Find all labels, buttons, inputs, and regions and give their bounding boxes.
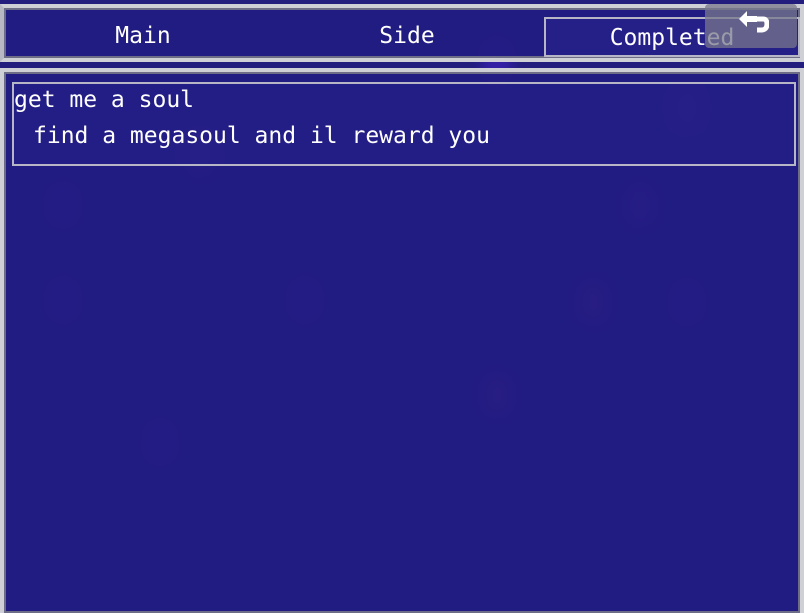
quest-category-window: Main Side Completed xyxy=(0,4,804,62)
quest-description: find a megasoul and il reward you xyxy=(33,123,490,149)
game-screen: Main Side Completed get me a soul find a… xyxy=(0,0,804,613)
tab-main[interactable]: Main xyxy=(12,17,274,57)
quest-title: get me a soul xyxy=(14,87,195,113)
quest-item[interactable]: get me a soul find a megasoul and il rew… xyxy=(12,82,796,166)
tab-side[interactable]: Side xyxy=(276,17,538,57)
back-button[interactable] xyxy=(705,4,797,48)
return-arrow-icon xyxy=(739,11,769,33)
